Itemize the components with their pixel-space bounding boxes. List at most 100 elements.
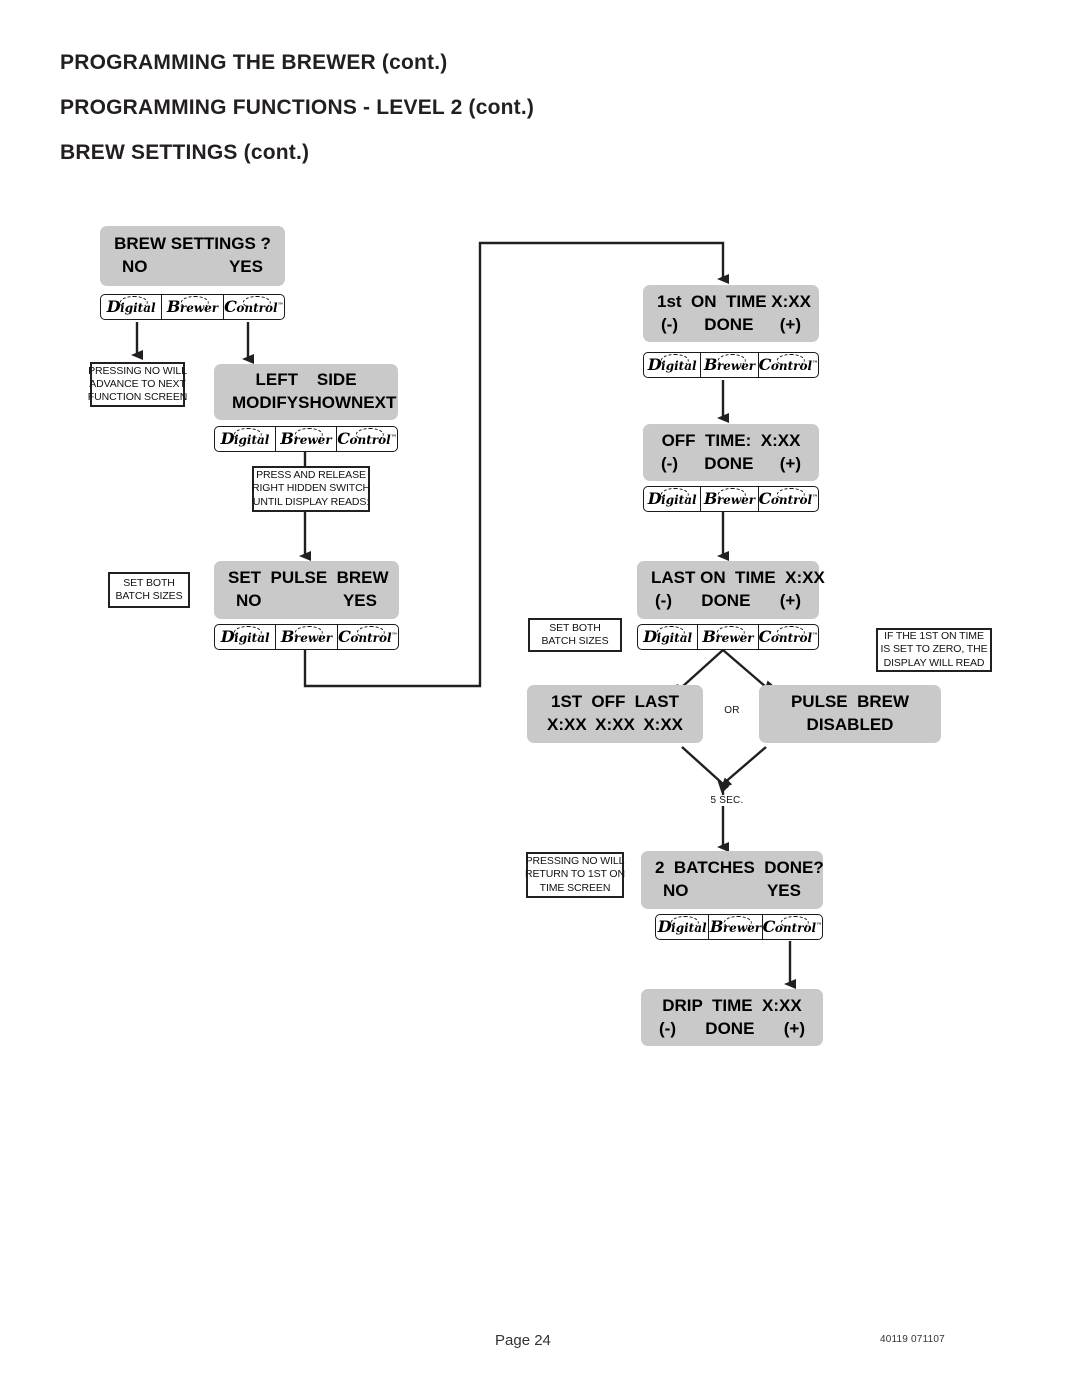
logo-cell-control: Control™ — [759, 353, 818, 377]
logo-digital-rest: igital — [120, 301, 156, 315]
note-line: BATCH SIZES — [541, 635, 609, 647]
screen-first-on-time-done[interactable]: DONE — [704, 314, 753, 337]
screen-left-side-modify[interactable]: MODIFY — [232, 392, 298, 415]
logo-digital-cap: D — [657, 917, 672, 936]
screen-set-pulse-brew-no[interactable]: NO — [236, 590, 262, 613]
screen-last-on-time-title: LAST ON TIME X:XX — [651, 568, 825, 588]
logo-cell-digital: Digital — [638, 625, 699, 649]
logo-cell-brewer: Brewer — [276, 427, 337, 451]
label-five-seconds: 5 SEC. — [703, 795, 751, 806]
screen-drip-time-plus[interactable]: (+) — [784, 1018, 805, 1041]
logo-trademark: ™ — [391, 632, 398, 639]
screen-last-on-time-minus[interactable]: (-) — [655, 590, 672, 613]
logo-digital-cap: D — [220, 627, 235, 646]
note-line: PRESS AND RELEASE — [256, 469, 366, 482]
note-line: RIGHT HIDDEN SWITCH — [251, 482, 371, 495]
logo-brewer-cap: B — [703, 489, 718, 508]
logo-cell-digital: Digital — [215, 625, 277, 649]
logo-trademark: ™ — [812, 632, 819, 639]
note-line: PRESSING NO WILL — [525, 855, 625, 868]
screen-drip-time[interactable]: DRIP TIME X:XX (-) DONE (+) — [641, 989, 823, 1046]
logo-cell-digital: Digital — [101, 295, 163, 319]
logo-brewer-cap: B — [702, 627, 716, 646]
screen-last-on-time[interactable]: LAST ON TIME X:XX (-) DONE (+) — [637, 561, 825, 619]
logo-digital-brewer-control: Digital Brewer Control™ — [655, 914, 823, 940]
screen-pulse-brew-disabled[interactable]: PULSE BREW DISABLED — [759, 685, 941, 743]
logo-brewer-rest: rewer — [715, 631, 754, 645]
note-line: UNTIL DISPLAY READS: — [252, 495, 370, 508]
screen-drip-time-title: DRIP TIME X:XX — [662, 995, 802, 1015]
screen-two-batches-done[interactable]: 2 BATCHES DONE? NO YES — [641, 851, 824, 909]
screen-first-on-time-minus[interactable]: (-) — [661, 314, 678, 337]
screen-last-on-time-done[interactable]: DONE — [701, 590, 750, 613]
screen-summary-header-first: 1ST — [551, 692, 583, 712]
screen-summary-header-last: LAST — [634, 692, 679, 712]
logo-brewer-cap: B — [280, 627, 295, 646]
logo-brewer-cap: B — [166, 297, 181, 316]
screen-two-batches-done-title: 2 BATCHES DONE? — [655, 858, 824, 878]
logo-cell-control: Control™ — [337, 427, 397, 451]
note-line: DISPLAY WILL READ — [883, 656, 985, 669]
screen-first-on-time-title: 1st ON TIME X:XX — [657, 291, 811, 311]
logo-brewer-rest: rewer — [293, 433, 332, 447]
logo-brewer-rest: rewer — [179, 301, 219, 315]
logo-trademark: ™ — [812, 494, 819, 501]
logo-cell-digital: Digital — [644, 353, 702, 377]
screen-brew-settings-yes[interactable]: YES — [229, 256, 263, 279]
screen-off-time[interactable]: OFF TIME: X:XX (-) DONE (+) — [643, 424, 819, 481]
screen-set-pulse-brew-yes[interactable]: YES — [343, 590, 377, 613]
logo-brewer-cap: B — [703, 355, 718, 374]
screen-left-side-show[interactable]: SHOW — [298, 392, 351, 415]
note-line: PRESSING NO WILL — [88, 364, 187, 377]
screen-off-time-done[interactable]: DONE — [704, 453, 753, 476]
note-line: SET BOTH — [123, 576, 175, 589]
screen-brew-settings[interactable]: BREW SETTINGS ? NO YES — [100, 226, 285, 286]
logo-cell-control: Control™ — [763, 915, 822, 939]
logo-control-rest: ontrol — [770, 493, 813, 507]
footer-page-number: Page 24 — [495, 1332, 551, 1349]
logo-digital-brewer-control: Digital Brewer Control™ — [643, 352, 819, 378]
screen-off-time-title: OFF TIME: X:XX — [661, 430, 801, 450]
logo-control-rest: ontrol — [349, 433, 391, 447]
screen-two-batches-done-no[interactable]: NO — [663, 880, 689, 903]
note-pressing-no-advance: PRESSING NO WILL ADVANCE TO NEXT FUNCTIO… — [88, 362, 187, 407]
logo-cell-brewer: Brewer — [276, 625, 338, 649]
screen-pulse-brew-disabled-line2: DISABLED — [806, 715, 894, 734]
logo-brewer-cap: B — [280, 429, 294, 448]
note-line: RETURN TO 1ST ON — [525, 868, 625, 881]
screen-left-side[interactable]: LEFT SIDE MODIFY SHOW NEXT — [214, 364, 398, 420]
screen-summary-value-last: X:XX — [643, 715, 683, 734]
logo-cell-digital: Digital — [644, 487, 702, 511]
screen-two-batches-done-yes[interactable]: YES — [767, 880, 801, 903]
logo-cell-digital: Digital — [215, 427, 276, 451]
screen-first-on-time-plus[interactable]: (+) — [780, 314, 801, 337]
screen-off-time-minus[interactable]: (-) — [661, 453, 678, 476]
logo-trademark: ™ — [277, 302, 284, 309]
logo-digital-cap: D — [647, 355, 662, 374]
logo-cell-brewer: Brewer — [701, 353, 759, 377]
logo-control-rest: ontrol — [350, 631, 392, 645]
note-line: IF THE 1ST ON TIME — [884, 630, 984, 643]
screen-summary-header-off: OFF — [591, 692, 626, 712]
note-line: TIME SCREEN — [539, 881, 611, 894]
logo-digital-rest: igital — [234, 631, 270, 645]
logo-brewer-rest: rewer — [716, 359, 756, 373]
screen-first-on-time[interactable]: 1st ON TIME X:XX (-) DONE (+) — [643, 285, 819, 342]
screen-summary-value-first: X:XX — [547, 715, 587, 734]
screen-last-on-time-plus[interactable]: (+) — [780, 590, 801, 613]
logo-control-rest: ontrol — [770, 631, 813, 645]
logo-control-cap: C — [337, 429, 350, 448]
note-if-first-on-time-zero: IF THE 1ST ON TIME IS SET TO ZERO, THE D… — [876, 628, 992, 672]
screen-left-side-next[interactable]: NEXT — [351, 392, 396, 415]
logo-cell-brewer: Brewer — [162, 295, 224, 319]
logo-control-cap: C — [758, 489, 772, 508]
logo-brewer-rest: rewer — [722, 921, 762, 935]
screen-set-pulse-brew[interactable]: SET PULSE BREW NO YES — [214, 561, 399, 619]
screen-brew-settings-no[interactable]: NO — [122, 256, 148, 279]
logo-cell-control: Control™ — [759, 625, 818, 649]
note-line: IS SET TO ZERO, THE — [880, 643, 988, 656]
screen-drip-time-done[interactable]: DONE — [705, 1018, 754, 1041]
screen-drip-time-minus[interactable]: (-) — [659, 1018, 676, 1041]
screen-summary-times[interactable]: 1ST OFF LAST X:XX X:XX X:XX — [527, 685, 703, 743]
screen-off-time-plus[interactable]: (+) — [780, 453, 801, 476]
